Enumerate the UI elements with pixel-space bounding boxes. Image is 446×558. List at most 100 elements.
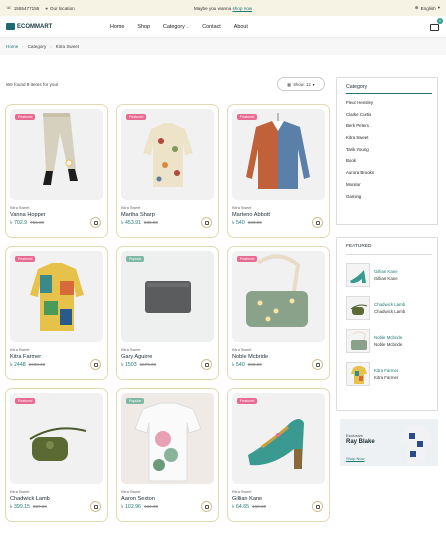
category-item[interactable]: Kitra Sweet bbox=[346, 135, 428, 147]
product-card[interactable]: Featured Kitra Sweet Marteno Abbott ৳ 54… bbox=[227, 104, 330, 238]
product-name[interactable]: Aaron Sexton bbox=[121, 496, 214, 502]
featured-thumb[interactable] bbox=[346, 295, 370, 320]
language-label: English bbox=[420, 5, 436, 11]
promo-link[interactable]: shop now bbox=[232, 6, 252, 11]
product-vendor: Kitra Sweet bbox=[121, 206, 141, 210]
banner-shirt-image bbox=[400, 426, 432, 463]
product-image[interactable]: Featured bbox=[121, 109, 214, 200]
featured-name[interactable]: Kitra Farmer bbox=[374, 368, 398, 373]
nav-contact[interactable]: Contact bbox=[202, 24, 221, 30]
add-to-cart-button[interactable] bbox=[90, 501, 101, 512]
nav-home[interactable]: Home bbox=[110, 24, 124, 30]
nav-about[interactable]: About bbox=[234, 24, 248, 30]
breadcrumb-category[interactable]: Category bbox=[28, 44, 47, 49]
product-name[interactable]: Martha Sharp bbox=[121, 212, 214, 218]
product-image[interactable]: Featured bbox=[10, 109, 103, 200]
featured-item[interactable]: Noble Mcbride Noble Mcbride bbox=[346, 327, 428, 354]
banner-shop-link[interactable]: Shop Now bbox=[346, 456, 364, 461]
product-vendor: Kitra Sweet bbox=[232, 490, 252, 494]
product-image[interactable]: Featured bbox=[10, 251, 103, 342]
chevron-down-icon: ▾ bbox=[437, 5, 440, 10]
product-name[interactable]: Marteno Abbott bbox=[232, 212, 325, 218]
product-name[interactable]: Chadwick Lamb bbox=[10, 496, 103, 502]
add-to-cart-button[interactable] bbox=[201, 501, 212, 512]
product-card[interactable]: Featured Kitra Sweet Kitra Farmer ৳ 2448… bbox=[5, 246, 108, 380]
cart-button[interactable]: 0 bbox=[430, 18, 443, 31]
grey-pouch-image bbox=[145, 281, 191, 313]
currency-symbol: ৳ bbox=[10, 220, 13, 226]
show-per-page-select[interactable]: ▦ Show: 12 ▾ bbox=[277, 77, 325, 91]
cart-count-badge: 0 bbox=[437, 18, 443, 24]
category-item[interactable]: Clarke Curtis bbox=[346, 112, 428, 124]
product-image[interactable]: Featured bbox=[10, 393, 103, 484]
category-item[interactable]: Berk Peters bbox=[346, 123, 428, 135]
breadcrumb-home[interactable]: Home bbox=[6, 44, 18, 49]
category-widget: Category Fleur Hensley Clarke Curtis Ber… bbox=[336, 77, 438, 225]
add-to-cart-button[interactable] bbox=[312, 501, 323, 512]
product-name[interactable]: Gary Aguirre bbox=[121, 354, 214, 360]
featured-name[interactable]: Noble Mcbride bbox=[374, 335, 402, 340]
product-image[interactable]: Popular bbox=[121, 393, 214, 484]
nav-category[interactable]: Category⌄ bbox=[163, 24, 189, 30]
category-item[interactable]: Gaming bbox=[346, 194, 428, 206]
featured-thumb[interactable] bbox=[346, 262, 370, 287]
add-to-cart-button[interactable] bbox=[312, 359, 323, 370]
price-current: 102.96 bbox=[125, 504, 141, 510]
product-image[interactable]: Featured bbox=[232, 109, 325, 200]
price-current: 64.65 bbox=[236, 504, 250, 510]
product-card[interactable]: Featured Kitra Sweet Chadwick Lamb ৳ 399… bbox=[5, 388, 108, 522]
product-image[interactable]: Popular bbox=[121, 251, 214, 342]
white-tee-image bbox=[134, 402, 202, 482]
product-badge: Featured bbox=[15, 114, 36, 120]
featured-item[interactable]: Gillian Kane Gillian Kane bbox=[346, 261, 428, 288]
category-item[interactable]: Aurora Brooks bbox=[346, 170, 428, 182]
featured-item[interactable]: Chadwick Lamb Chadwick Lamb bbox=[346, 294, 428, 321]
add-to-cart-button[interactable] bbox=[201, 359, 212, 370]
product-card[interactable]: Featured Kitra Sweet Vanna Hopper ৳ 702.… bbox=[5, 104, 108, 238]
cart-icon bbox=[204, 362, 209, 367]
chevron-down-icon: ⌄ bbox=[185, 23, 190, 29]
price-old: 600.00 bbox=[247, 362, 262, 367]
add-to-cart-button[interactable] bbox=[201, 217, 212, 228]
product-name[interactable]: Vanna Hopper bbox=[10, 212, 103, 218]
location-info[interactable]: ⌖ Our location bbox=[45, 6, 74, 11]
featured-item[interactable]: Kitra Farmer Kitra Farmer bbox=[346, 360, 428, 387]
add-to-cart-button[interactable] bbox=[90, 217, 101, 228]
location-text: Our location bbox=[49, 5, 75, 11]
featured-name[interactable]: Gillian Kane bbox=[374, 269, 398, 274]
product-name[interactable]: Noble Mcbride bbox=[232, 354, 325, 360]
featured-thumb[interactable] bbox=[346, 328, 370, 353]
category-item[interactable]: Fleur Hensley bbox=[346, 100, 428, 112]
breadcrumb-current: Kitra Sweet bbox=[55, 44, 80, 49]
product-card[interactable]: Featured Kitra Sweet Martha Sharp ৳ 453.… bbox=[116, 104, 219, 238]
add-to-cart-button[interactable] bbox=[90, 359, 101, 370]
category-item[interactable]: Book bbox=[346, 158, 428, 170]
product-card[interactable]: Featured Kitra Sweet Noble Mcbride ৳ 540… bbox=[227, 246, 330, 380]
nav-shop[interactable]: Shop bbox=[137, 24, 150, 30]
site-logo[interactable]: ECOMMART bbox=[6, 23, 52, 30]
product-image[interactable]: Featured bbox=[232, 251, 325, 342]
category-item[interactable]: Monitor bbox=[346, 182, 428, 194]
product-name[interactable]: Gillian Kane bbox=[232, 496, 325, 502]
product-vendor: Kitra Sweet bbox=[10, 490, 30, 494]
featured-thumb[interactable] bbox=[346, 361, 370, 386]
cart-icon bbox=[315, 220, 320, 225]
promo-banner[interactable]: Exclusive Ray Blake Shop Now bbox=[340, 419, 438, 466]
add-to-cart-button[interactable] bbox=[312, 217, 323, 228]
category-item[interactable]: Tarik Young bbox=[346, 147, 428, 159]
green-bag-image bbox=[246, 254, 308, 327]
product-card[interactable]: Popular Kitra Sweet Aaron Sexton ৳ 102.9… bbox=[116, 388, 219, 522]
product-card[interactable]: Featured Kitra Sweet Gillian Kane ৳ 64.6… bbox=[227, 388, 330, 522]
sandal-thumb-image bbox=[350, 269, 366, 283]
product-card[interactable]: Popular Kitra Sweet Gary Aguirre ৳ 1503 1… bbox=[116, 246, 219, 380]
product-vendor: Kitra Sweet bbox=[232, 206, 252, 210]
phone-info[interactable]: ☏ 1555477155 bbox=[6, 5, 39, 11]
product-vendor: Kitra Sweet bbox=[121, 348, 141, 352]
product-name[interactable]: Kitra Farmer bbox=[10, 354, 103, 360]
language-select[interactable]: ⊕ English ▾ bbox=[415, 5, 440, 11]
featured-name[interactable]: Chadwick Lamb bbox=[374, 302, 405, 307]
banner-title: Ray Blake bbox=[346, 439, 375, 445]
product-image[interactable]: Featured bbox=[232, 393, 325, 484]
price-old: 1579.00 bbox=[139, 362, 157, 367]
green-bag-thumb-image bbox=[351, 331, 367, 350]
